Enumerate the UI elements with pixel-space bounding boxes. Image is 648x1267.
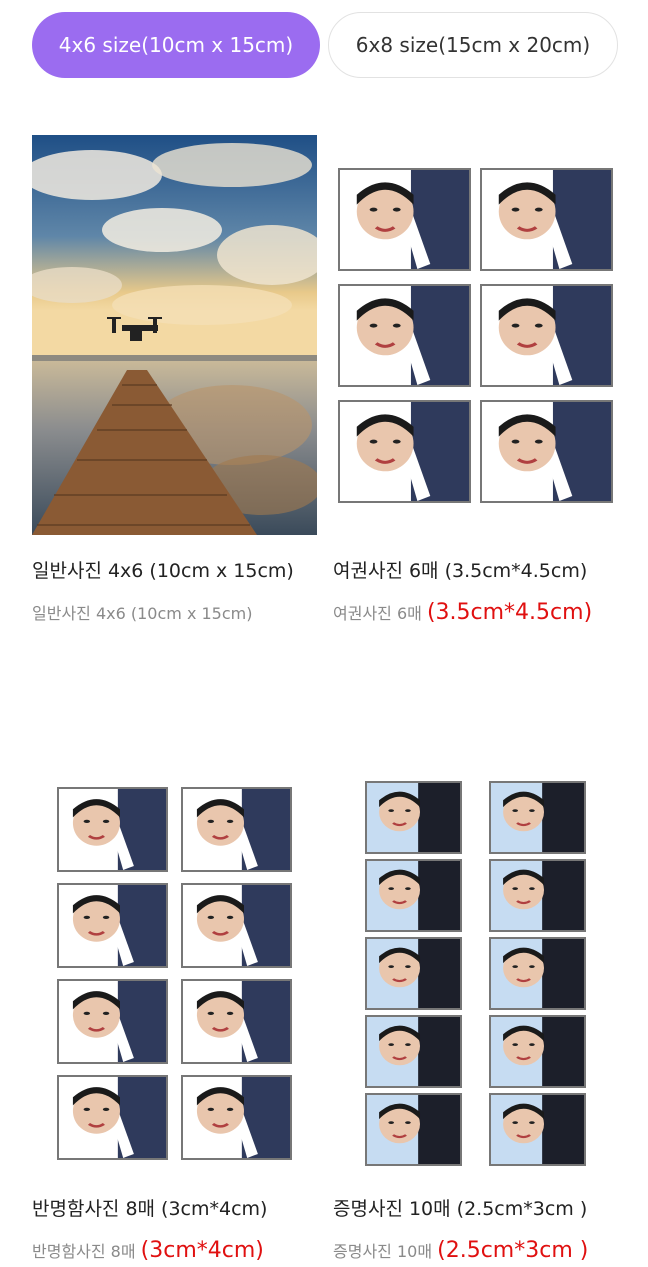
- portrait-photo-icon: [181, 787, 292, 872]
- product-subtitle-text: 반명함사진 8매: [32, 1242, 141, 1261]
- portrait-photo-icon: [365, 781, 462, 854]
- product-subtitle: 증명사진 10매 (2.5cm*3cm ): [333, 1238, 588, 1263]
- product-size-highlight: (3.5cm*4.5cm): [426, 600, 593, 625]
- portrait-photo-icon: [365, 859, 462, 932]
- product-title: 일반사진 4x6 (10cm x 15cm): [32, 560, 294, 582]
- portrait-photo-icon: [480, 168, 613, 271]
- tab-4x6-size[interactable]: 4x6 size(10cm x 15cm): [32, 12, 320, 78]
- portrait-photo-icon: [365, 1015, 462, 1088]
- portrait-photo-icon: [57, 787, 168, 872]
- product-subtitle-text: 증명사진 10매: [333, 1242, 438, 1261]
- product-title: 여권사진 6매 (3.5cm*4.5cm): [333, 560, 588, 582]
- portrait-photo-icon: [489, 1015, 586, 1088]
- portrait-photo-icon: [338, 400, 471, 503]
- portrait-photo-icon: [365, 1093, 462, 1166]
- portrait-photo-icon: [181, 1075, 292, 1160]
- portrait-photo-icon: [480, 400, 613, 503]
- portrait-photo-icon: [57, 1075, 168, 1160]
- portrait-photo-icon: [181, 979, 292, 1064]
- tab-6x8-size[interactable]: 6x8 size(15cm x 20cm): [328, 12, 618, 78]
- portrait-photo-icon: [181, 883, 292, 968]
- portrait-photo-icon: [480, 284, 613, 387]
- product-subtitle: 일반사진 4x6 (10cm x 15cm): [32, 600, 253, 625]
- portrait-photo-icon: [489, 937, 586, 1010]
- product-subtitle: 반명함사진 8매 (3cm*4cm): [32, 1238, 264, 1263]
- portrait-photo-icon: [365, 937, 462, 1010]
- product-subtitle-text: 일반사진 4x6 (10cm x 15cm): [32, 604, 253, 623]
- portrait-photo-icon: [489, 781, 586, 854]
- product-size-highlight: (2.5cm*3cm ): [437, 1238, 589, 1263]
- portrait-photo-icon: [338, 168, 471, 271]
- product-title: 증명사진 10매 (2.5cm*3cm ): [333, 1198, 588, 1220]
- portrait-photo-icon: [57, 883, 168, 968]
- product-size-highlight: (3cm*4cm): [140, 1238, 264, 1263]
- landscape-photo-image: [32, 135, 317, 535]
- portrait-photo-icon: [489, 1093, 586, 1166]
- product-title: 반명함사진 8매 (3cm*4cm): [32, 1198, 268, 1220]
- portrait-photo-icon: [57, 979, 168, 1064]
- product-subtitle-text: 여권사진 6매: [333, 604, 427, 623]
- portrait-photo-icon: [338, 284, 471, 387]
- portrait-photo-icon: [489, 859, 586, 932]
- product-subtitle: 여권사진 6매 (3.5cm*4.5cm): [333, 600, 592, 625]
